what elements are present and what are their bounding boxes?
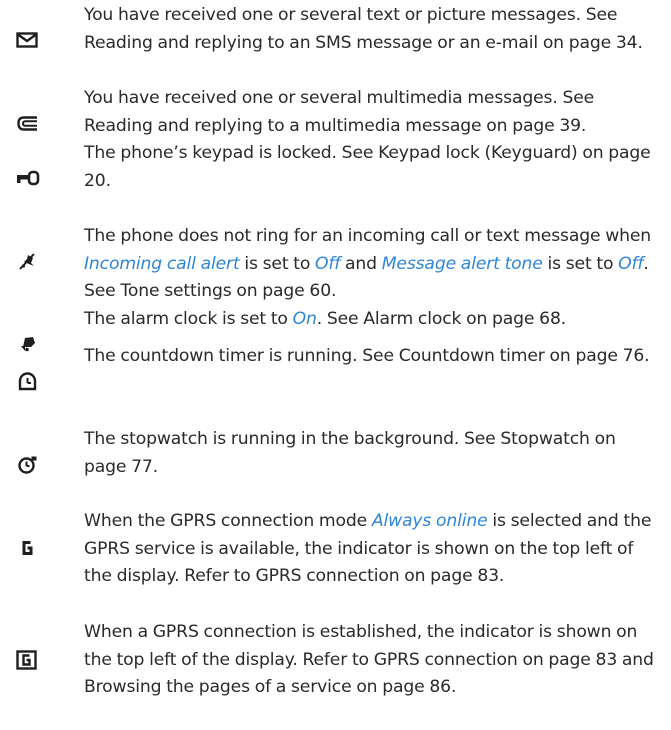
- entry-text: The phone’s keypad is locked. See Keypad…: [84, 143, 651, 191]
- entry-text: When the GPRS connection mode Always onl…: [84, 511, 652, 586]
- keypad-lock-icon: [16, 169, 40, 189]
- silent-bell-icon: [16, 252, 40, 272]
- setting-value: Always online: [371, 511, 488, 531]
- entry-text: The phone does not ring for an incoming …: [84, 226, 652, 301]
- setting-name: Incoming call alert: [84, 253, 240, 274]
- indicator-list: You have received one or several text or…: [0, 0, 671, 730]
- gprs-always-online-icon: [16, 538, 40, 558]
- entry-text: The stopwatch is running in the backgrou…: [84, 429, 616, 477]
- entry-text: You have received one or several text or…: [84, 5, 643, 53]
- entry-text: You have received one or several multime…: [84, 88, 595, 136]
- entry-text: The alarm clock is set to On. See Alarm …: [84, 309, 567, 329]
- setting-value: Off: [315, 253, 341, 274]
- setting-name: Message alert tone: [381, 253, 543, 274]
- setting-value: On: [292, 309, 317, 329]
- alarm-clock-icon: [16, 334, 40, 354]
- multimedia-message-icon: [16, 114, 40, 134]
- envelope-icon: [16, 31, 40, 51]
- entry-text: When a GPRS connection is established, t…: [84, 622, 654, 697]
- entry-text: The countdown timer is running. See Coun…: [84, 346, 650, 366]
- gprs-connected-icon: [16, 650, 40, 670]
- countdown-timer-icon: [16, 372, 40, 392]
- stopwatch-icon: [16, 455, 40, 475]
- setting-value: Off: [618, 253, 644, 274]
